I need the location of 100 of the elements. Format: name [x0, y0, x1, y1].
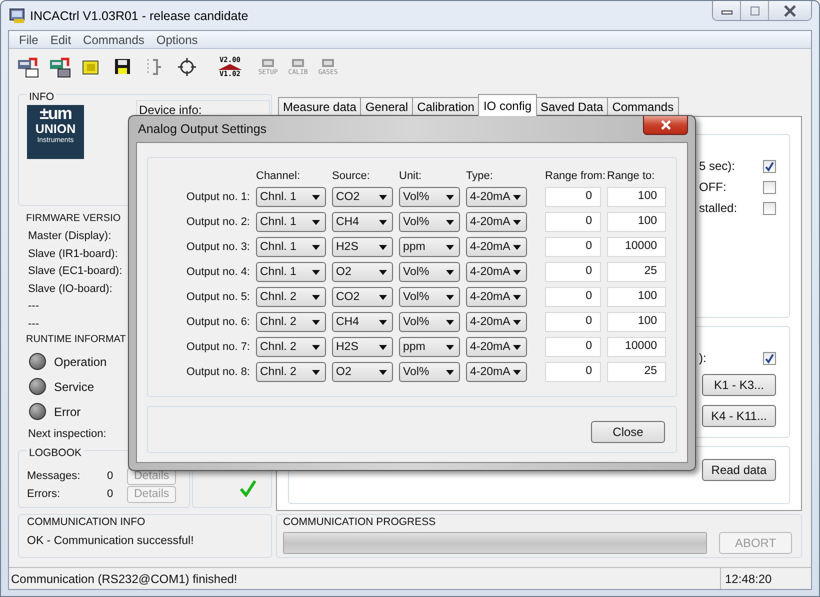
- tab[interactable]: Commands: [607, 97, 679, 116]
- minimize-button[interactable]: [713, 1, 741, 20]
- dropdown[interactable]: Chnl. 1: [256, 212, 326, 232]
- dropdown[interactable]: Chnl. 2: [256, 312, 326, 332]
- tab[interactable]: Calibration: [412, 97, 480, 116]
- input-field[interactable]: 25: [607, 262, 666, 282]
- input-field[interactable]: 0: [545, 337, 601, 357]
- input-field[interactable]: 25: [607, 362, 666, 382]
- column-header: Source:: [332, 170, 371, 182]
- column-header: Range to:: [607, 170, 656, 182]
- tab[interactable]: Measure data: [278, 97, 362, 116]
- dropdown[interactable]: CH4: [332, 212, 393, 232]
- chip-icon: [261, 58, 275, 68]
- dropdown[interactable]: Vol%: [399, 287, 460, 307]
- dropdown[interactable]: 4-20mA: [466, 187, 527, 207]
- input-field[interactable]: 10000: [607, 237, 666, 257]
- input-field[interactable]: 100: [607, 212, 666, 232]
- section-title: COMMUNICATION PROGRESS: [283, 516, 437, 529]
- dialog-title: Analog Output Settings: [138, 122, 267, 136]
- input-field[interactable]: 100: [607, 312, 666, 332]
- menu-item[interactable]: File: [13, 31, 44, 48]
- read-data-button[interactable]: Read data: [702, 459, 776, 481]
- dropdown-arrow-icon: [379, 270, 387, 274]
- input-field[interactable]: 0: [545, 362, 601, 382]
- dropdown[interactable]: Chnl. 2: [256, 337, 326, 357]
- close-button[interactable]: [769, 1, 811, 20]
- tab[interactable]: General: [360, 97, 414, 116]
- dropdown[interactable]: 4-20mA: [466, 237, 527, 257]
- close-button[interactable]: Close: [591, 421, 665, 443]
- close-button[interactable]: [643, 116, 688, 135]
- row-label: Output no. 6:: [185, 316, 250, 328]
- dropdown[interactable]: Vol%: [399, 362, 460, 382]
- dropdown[interactable]: 4-20mA: [466, 362, 527, 382]
- field-label: Slave (IR1-board):: [27, 246, 118, 262]
- input-field[interactable]: 0: [545, 287, 601, 307]
- dropdown[interactable]: 4-20mA: [466, 262, 527, 282]
- input-field[interactable]: 10000: [607, 337, 666, 357]
- dropdown[interactable]: 4-20mA: [466, 337, 527, 357]
- dropdown[interactable]: Chnl. 2: [256, 362, 326, 382]
- input-field[interactable]: 0: [545, 312, 601, 332]
- tab[interactable]: Saved Data: [536, 97, 608, 116]
- field-label: Slave (IO-board):: [27, 282, 112, 296]
- dropdown[interactable]: O2: [332, 262, 393, 282]
- checkbox[interactable]: [763, 202, 776, 214]
- dropdown-arrow-icon: [312, 320, 320, 324]
- input-field[interactable]: 0: [545, 212, 601, 232]
- arrow-icon: [217, 64, 243, 70]
- dropdown-arrow-icon: [312, 370, 320, 374]
- toolbar-button[interactable]: [49, 55, 71, 79]
- dropdown[interactable]: Chnl. 1: [256, 237, 326, 257]
- dropdown[interactable]: CO2: [332, 187, 393, 207]
- relay-button[interactable]: K1 - K3...: [702, 374, 776, 396]
- menu-item[interactable]: Commands: [77, 31, 150, 48]
- dropdown[interactable]: O2: [332, 362, 393, 382]
- lamp-label: Service: [54, 380, 94, 394]
- dropdown-arrow-icon: [379, 370, 387, 374]
- row-label: Output no. 5:: [185, 291, 250, 303]
- dropdown[interactable]: Vol%: [399, 187, 460, 207]
- dropdown-arrow-icon: [379, 244, 387, 250]
- column-header: Channel:: [256, 170, 302, 182]
- dropdown[interactable]: ppm: [399, 237, 460, 257]
- dropdown-arrow-icon: [446, 320, 454, 324]
- dropdown[interactable]: 4-20mA: [466, 287, 527, 307]
- dropdown[interactable]: Chnl. 1: [256, 187, 326, 207]
- dropdown[interactable]: H2S: [332, 237, 393, 257]
- toolbar-button[interactable]: [177, 55, 199, 79]
- dropdown[interactable]: H2S: [332, 337, 393, 357]
- menu-item[interactable]: Edit: [44, 31, 78, 48]
- status-message: OK - Communication successful!: [27, 535, 195, 547]
- dropdown[interactable]: Chnl. 1: [256, 262, 326, 282]
- row-label: Output no. 8:: [185, 366, 250, 378]
- menu-item[interactable]: Options: [150, 31, 204, 48]
- clock-text: 12:48:20: [720, 568, 811, 589]
- dropdown[interactable]: CO2: [332, 287, 393, 307]
- chip-icon: [321, 58, 335, 68]
- input-field[interactable]: 100: [607, 187, 666, 207]
- dropdown[interactable]: 4-20mA: [466, 212, 527, 232]
- dropdown-arrow-icon: [379, 220, 387, 224]
- tab[interactable]: IO config: [478, 94, 536, 116]
- dropdown[interactable]: ppm: [399, 337, 460, 357]
- checkbox[interactable]: [763, 180, 776, 194]
- toolbar-button[interactable]: [17, 55, 39, 79]
- dropdown[interactable]: Vol%: [399, 262, 460, 282]
- dropdown[interactable]: CH4: [332, 312, 393, 332]
- dropdown[interactable]: Vol%: [399, 212, 460, 232]
- dropdown-arrow-icon: [513, 294, 521, 300]
- input-field[interactable]: 0: [545, 262, 601, 282]
- dropdown[interactable]: Vol%: [399, 312, 460, 332]
- status-text: Communication (RS232@COM1) finished!: [10, 572, 238, 586]
- dropdown-arrow-icon: [312, 220, 320, 224]
- field-label: Master (Display):: [27, 229, 112, 244]
- dropdown[interactable]: Chnl. 2: [256, 287, 326, 307]
- relay-button[interactable]: K4 - K11...: [702, 405, 776, 427]
- input-field[interactable]: 100: [607, 287, 666, 307]
- dropdown-arrow-icon: [513, 244, 521, 250]
- checkbox[interactable]: [763, 160, 776, 172]
- input-field[interactable]: 0: [545, 187, 601, 207]
- dropdown[interactable]: 4-20mA: [466, 312, 527, 332]
- input-field[interactable]: 0: [545, 237, 601, 257]
- checkbox[interactable]: [763, 352, 776, 364]
